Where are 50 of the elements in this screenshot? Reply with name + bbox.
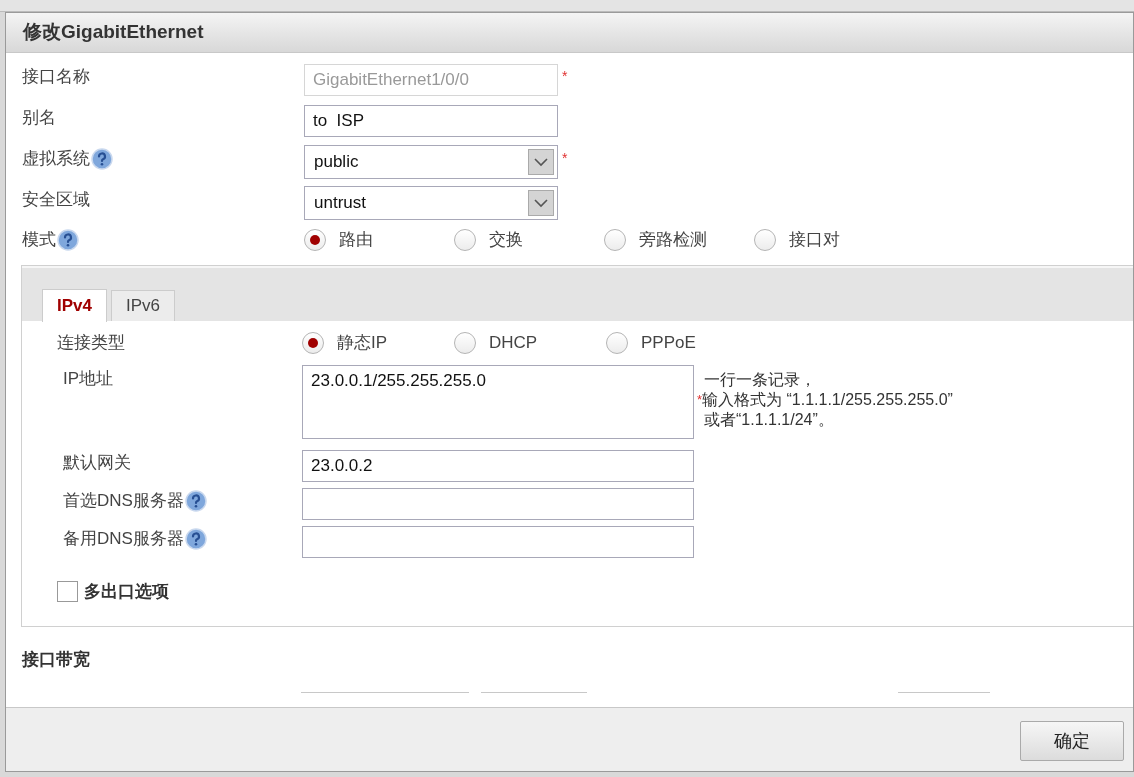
required-mark: * bbox=[562, 149, 568, 168]
radio-label[interactable]: 交换 bbox=[489, 227, 523, 253]
radio-label[interactable]: DHCP bbox=[489, 330, 538, 356]
radio-label[interactable]: PPPoE bbox=[641, 330, 696, 356]
text-field[interactable] bbox=[302, 526, 694, 558]
field-label: 安全区域 bbox=[22, 189, 90, 211]
field-label: 备用DNS服务器 bbox=[63, 528, 184, 550]
radio-button[interactable] bbox=[604, 229, 626, 251]
radio-label[interactable]: 路由 bbox=[339, 227, 373, 253]
help-icon[interactable] bbox=[184, 489, 207, 512]
field-label: 接口名称 bbox=[22, 66, 90, 88]
radio-button[interactable] bbox=[606, 332, 628, 354]
field-label: 模式 bbox=[22, 229, 56, 252]
field-label: 首选DNS服务器 bbox=[63, 490, 184, 512]
ok-button[interactable]: 确定 bbox=[1020, 721, 1124, 761]
radio-label[interactable]: 旁路检测 bbox=[639, 227, 707, 253]
help-icon[interactable] bbox=[91, 147, 113, 170]
field-label: 虚拟系统 bbox=[22, 148, 90, 170]
radio-button[interactable] bbox=[754, 229, 776, 251]
field-label: 别名 bbox=[22, 107, 56, 129]
required-mark: * bbox=[562, 67, 568, 86]
checkbox-label[interactable]: 多出口选项 bbox=[84, 579, 169, 605]
radio-label[interactable]: 接口对 bbox=[789, 227, 840, 253]
field-label: 连接类型 bbox=[56, 332, 126, 355]
hint-text: 输入格式为 “1.1.1.1/255.255.255.0” bbox=[702, 390, 953, 410]
radio-button[interactable] bbox=[454, 332, 476, 354]
dropdown[interactable]: public bbox=[304, 145, 558, 179]
hint-text: 一行一条记录， bbox=[704, 370, 816, 390]
caret-icon bbox=[528, 190, 554, 216]
help-icon[interactable] bbox=[57, 229, 79, 251]
tab[interactable]: IPv6 bbox=[111, 290, 175, 321]
radio-button[interactable] bbox=[454, 229, 476, 251]
ip-address-textarea[interactable]: 23.0.0.1/255.255.255.0 bbox=[302, 365, 694, 439]
radio-button[interactable] bbox=[304, 229, 326, 251]
dropdown[interactable]: untrust bbox=[304, 186, 558, 220]
required-mark: * bbox=[697, 391, 703, 409]
checkbox[interactable] bbox=[57, 581, 78, 603]
field-label: IP地址 bbox=[62, 368, 115, 390]
radio-label[interactable]: 静态IP bbox=[337, 330, 388, 356]
text-field[interactable] bbox=[302, 488, 694, 520]
dialog-title: 修改GigabitEthernet bbox=[6, 13, 1133, 53]
help-icon[interactable] bbox=[184, 527, 207, 550]
caret-icon bbox=[528, 149, 554, 175]
radio-button[interactable] bbox=[302, 332, 324, 354]
text-field[interactable]: to ISP bbox=[304, 105, 558, 137]
section-title: 接口带宽 bbox=[22, 648, 91, 671]
field-label: 默认网关 bbox=[63, 452, 131, 474]
tab[interactable]: IPv4 bbox=[42, 289, 107, 322]
text-field[interactable]: 23.0.0.2 bbox=[302, 450, 694, 482]
hint-text: 或者“1.1.1.1/24”。 bbox=[704, 410, 834, 430]
